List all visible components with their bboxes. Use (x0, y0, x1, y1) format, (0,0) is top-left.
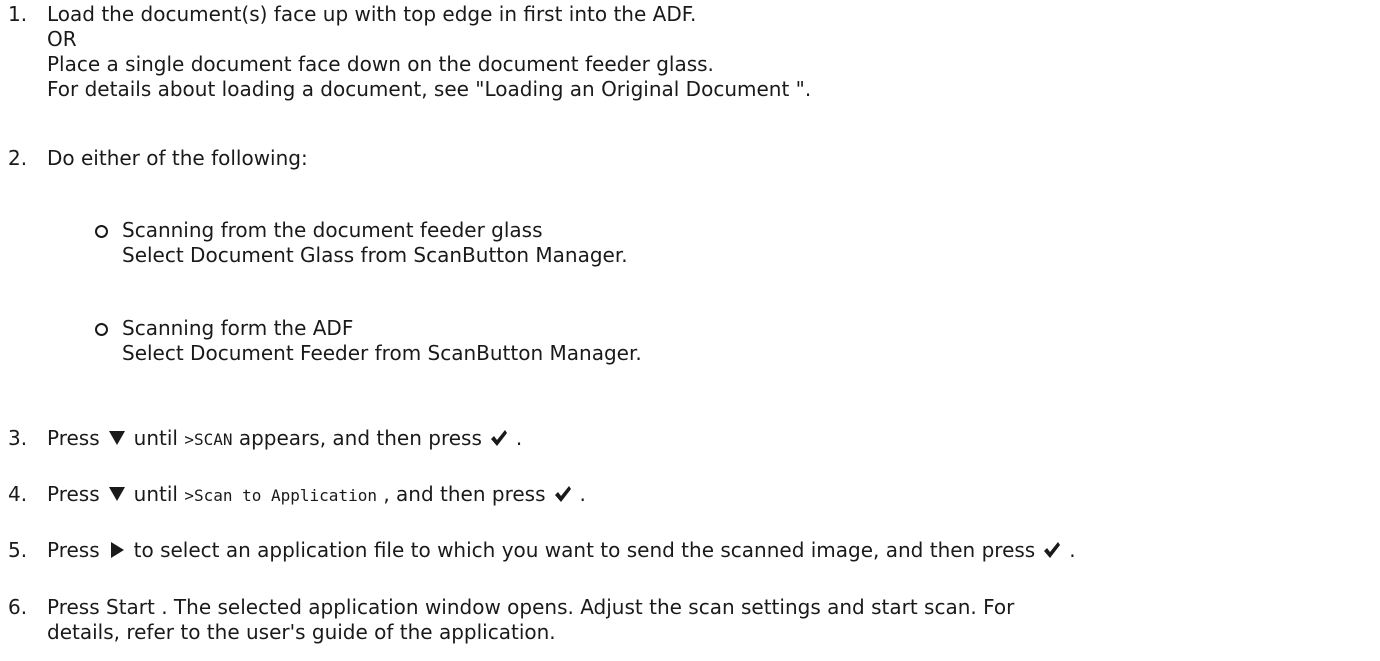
circle-bullet-icon (95, 323, 108, 336)
step-text-line: details, refer to the user's guide of th… (47, 620, 556, 644)
step-number: 5. (8, 538, 28, 562)
option-title: Scanning from the document feeder glass (122, 218, 543, 242)
down-arrow-icon (108, 429, 126, 447)
right-arrow-icon (108, 541, 126, 559)
step-text: . (579, 482, 586, 506)
step-text: . (1069, 538, 1076, 562)
step-number: 6. (8, 595, 28, 619)
option-detail: Select Document Feeder from ScanButton M… (122, 341, 642, 365)
step-text: Press (47, 538, 100, 562)
circle-bullet-icon (95, 225, 108, 238)
step-text: appears, and then press (238, 426, 482, 450)
step-text-line: For details about loading a document, se… (47, 77, 812, 101)
step-number: 3. (8, 426, 28, 450)
step-text: . (515, 426, 523, 450)
checkmark-icon (490, 429, 508, 447)
option-title: Scanning form the ADF (122, 316, 354, 340)
step-text: to select an application file to which y… (133, 538, 1036, 562)
step-text-line: Load the document(s) face up with top ed… (47, 2, 697, 26)
display-code: >Scan to Application (184, 486, 377, 505)
down-arrow-icon (108, 485, 126, 503)
step-text-line: Do either of the following: (47, 146, 308, 170)
option-detail: Select Document Glass from ScanButton Ma… (122, 243, 628, 267)
step-text-line: Place a single document face down on the… (47, 52, 714, 76)
checkmark-icon (1043, 541, 1061, 559)
step-number: 4. (8, 482, 28, 506)
step-number: 1. (8, 2, 28, 26)
step-text: Press (47, 482, 100, 506)
step-text: Press (47, 426, 100, 450)
step-text: until (133, 426, 178, 450)
step-text-line: Press Start . The selected application w… (47, 595, 1015, 619)
step-number: 2. (8, 146, 28, 170)
step-text-line: OR (47, 27, 77, 51)
step-text: until (133, 482, 178, 506)
checkmark-icon (554, 485, 572, 503)
step-text: , and then press (383, 482, 546, 506)
display-code: >SCAN (184, 430, 233, 449)
